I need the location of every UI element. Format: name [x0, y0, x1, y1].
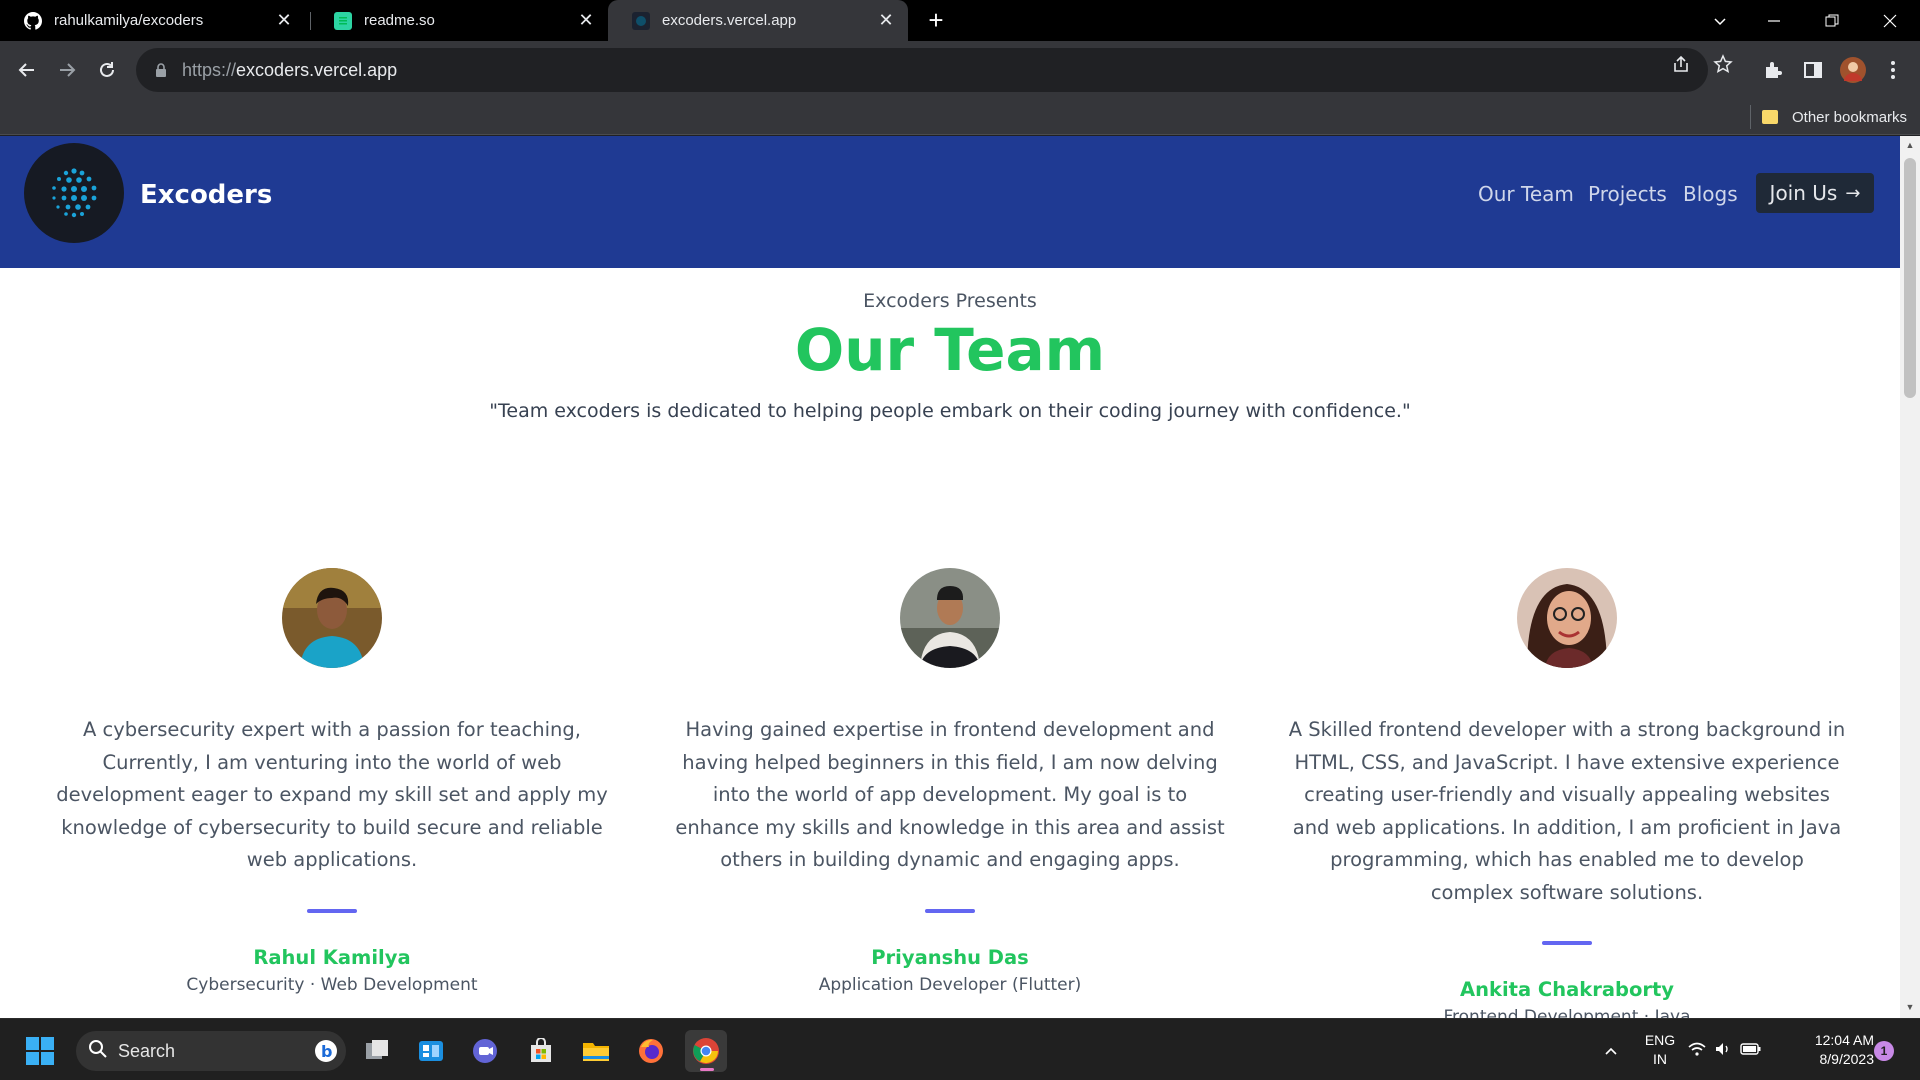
minimize-icon[interactable]: [1752, 0, 1796, 41]
site-logo[interactable]: [24, 143, 124, 243]
back-icon[interactable]: [12, 55, 42, 85]
tab-readme[interactable]: readme.so ✕: [310, 0, 608, 41]
member-bio: A cybersecurity expert with a passion fo…: [56, 718, 608, 871]
nav-our-team[interactable]: Our Team: [1478, 182, 1574, 206]
page-viewport: Excoders Our Team Projects Blogs Join Us…: [0, 136, 1900, 1018]
battery-icon: [1740, 1042, 1762, 1061]
other-bookmarks[interactable]: Other bookmarks: [1762, 105, 1907, 129]
member-avatar: [1517, 568, 1617, 668]
microsoft-store-icon[interactable]: [520, 1030, 562, 1072]
chevron-up-icon[interactable]: [1590, 1030, 1632, 1072]
system-clock[interactable]: 12:04 AM 8/9/2023: [1786, 1031, 1874, 1069]
arrow-right-icon: →: [1845, 182, 1861, 204]
member-avatar: [900, 568, 1000, 668]
volume-icon: [1714, 1041, 1732, 1062]
tab-excoders[interactable]: excoders.vercel.app ✕: [608, 0, 908, 41]
tab-title: readme.so: [364, 12, 435, 29]
language-indicator[interactable]: ENG IN: [1640, 1031, 1680, 1069]
lock-icon[interactable]: [152, 61, 170, 79]
bookmarks-bar: Other bookmarks: [0, 99, 1920, 135]
close-icon[interactable]: ✕: [576, 10, 596, 31]
windows-taskbar: Search b ENG IN 12:04 AM 8/9/2023 1: [0, 1018, 1920, 1080]
svg-text:b: b: [321, 1042, 332, 1061]
teams-meet-icon[interactable]: [465, 1030, 507, 1072]
site-brand[interactable]: Excoders: [140, 180, 272, 210]
member-bio: A Skilled frontend developer with a stro…: [1288, 718, 1846, 904]
member-role: Frontend Development · Java: [1443, 1007, 1691, 1018]
scroll-down-icon[interactable]: ▼: [1904, 1002, 1916, 1012]
reload-icon[interactable]: [92, 55, 122, 85]
firefox-icon[interactable]: [630, 1030, 672, 1072]
other-bookmarks-label: Other bookmarks: [1792, 108, 1908, 126]
close-window-icon[interactable]: [1868, 0, 1912, 41]
bing-icon[interactable]: b: [314, 1039, 338, 1068]
side-panel-icon[interactable]: [1798, 55, 1828, 85]
site-navbar: Excoders Our Team Projects Blogs Join Us…: [0, 136, 1900, 268]
url-text: https://excoders.vercel.app: [182, 59, 398, 80]
join-us-label: Join Us: [1769, 181, 1838, 205]
scrollbar-thumb[interactable]: [1904, 158, 1916, 398]
team-member-card: A cybersecurity expert with a passion fo…: [42, 568, 622, 995]
widgets-icon[interactable]: [410, 1030, 452, 1072]
divider: [1542, 941, 1592, 945]
tab-title: excoders.vercel.app: [662, 12, 797, 29]
team-member-card: A Skilled frontend developer with a stro…: [1277, 568, 1857, 1018]
windows-start-icon[interactable]: [19, 1030, 61, 1072]
profile-avatar[interactable]: [1838, 55, 1868, 85]
clock-date: 8/9/2023: [1819, 1051, 1875, 1067]
page-scrollbar[interactable]: ▲ ▼: [1900, 136, 1920, 1018]
site-icon: [632, 11, 650, 30]
scroll-up-icon[interactable]: ▲: [1904, 140, 1916, 150]
address-bar[interactable]: https://excoders.vercel.app: [136, 48, 1708, 92]
taskbar-search[interactable]: Search b: [76, 1031, 346, 1071]
join-us-button[interactable]: Join Us →: [1756, 173, 1874, 213]
globe-dots-icon: [52, 168, 97, 218]
github-icon: [24, 11, 42, 30]
member-name: Priyanshu Das: [871, 945, 1029, 969]
bookmarks-separator: [1750, 105, 1751, 129]
member-bio: Having gained expertise in frontend deve…: [675, 718, 1225, 871]
member-avatar: [282, 568, 382, 668]
team-quote: "Team excoders is dedicated to helping p…: [489, 400, 1411, 422]
extensions-icon[interactable]: [1758, 55, 1788, 85]
star-icon[interactable]: [1712, 53, 1734, 75]
search-label: Search: [118, 1040, 176, 1061]
tab-title: rahulkamilya/excoders: [54, 12, 204, 29]
chrome-icon[interactable]: [685, 1030, 727, 1072]
task-view-icon[interactable]: [356, 1030, 398, 1072]
restore-icon[interactable]: [1810, 0, 1854, 41]
nav-blogs[interactable]: Blogs: [1683, 182, 1738, 206]
tab-search-icon[interactable]: [1698, 0, 1742, 41]
share-icon[interactable]: [1670, 53, 1692, 75]
language-code: ENG: [1644, 1032, 1676, 1048]
folder-icon: [1762, 110, 1778, 124]
member-role: Application Developer (Flutter): [818, 974, 1082, 995]
notification-badge[interactable]: 1: [1874, 1041, 1894, 1061]
section-eyebrow: Excoders Presents: [863, 290, 1037, 312]
divider: [925, 908, 975, 913]
new-tab-button[interactable]: +: [922, 5, 950, 35]
team-member-card: Having gained expertise in frontend deve…: [660, 568, 1240, 995]
member-name: Rahul Kamilya: [253, 945, 411, 969]
page-title: Our Team: [794, 316, 1106, 384]
readme-icon: [334, 11, 352, 30]
forward-icon[interactable]: [52, 55, 82, 85]
divider: [307, 908, 357, 913]
close-icon[interactable]: ✕: [274, 10, 294, 31]
tab-github[interactable]: rahulkamilya/excoders ✕: [0, 0, 306, 41]
browser-tab-strip: rahulkamilya/excoders ✕ readme.so ✕ exco…: [0, 0, 1920, 41]
browser-toolbar: https://excoders.vercel.app: [0, 41, 1920, 99]
nav-projects[interactable]: Projects: [1588, 182, 1667, 206]
search-icon: [88, 1039, 108, 1064]
language-region: IN: [1653, 1051, 1667, 1067]
active-indicator: [700, 1068, 714, 1071]
clock-time: 12:04 AM: [1814, 1032, 1874, 1048]
member-role: Cybersecurity · Web Development: [186, 974, 478, 995]
system-tray-status[interactable]: [1685, 1030, 1765, 1072]
wifi-icon: [1688, 1041, 1706, 1062]
menu-icon[interactable]: [1878, 55, 1908, 85]
close-icon[interactable]: ✕: [876, 10, 896, 31]
member-name: Ankita Chakraborty: [1460, 978, 1674, 1001]
file-explorer-icon[interactable]: [575, 1030, 617, 1072]
